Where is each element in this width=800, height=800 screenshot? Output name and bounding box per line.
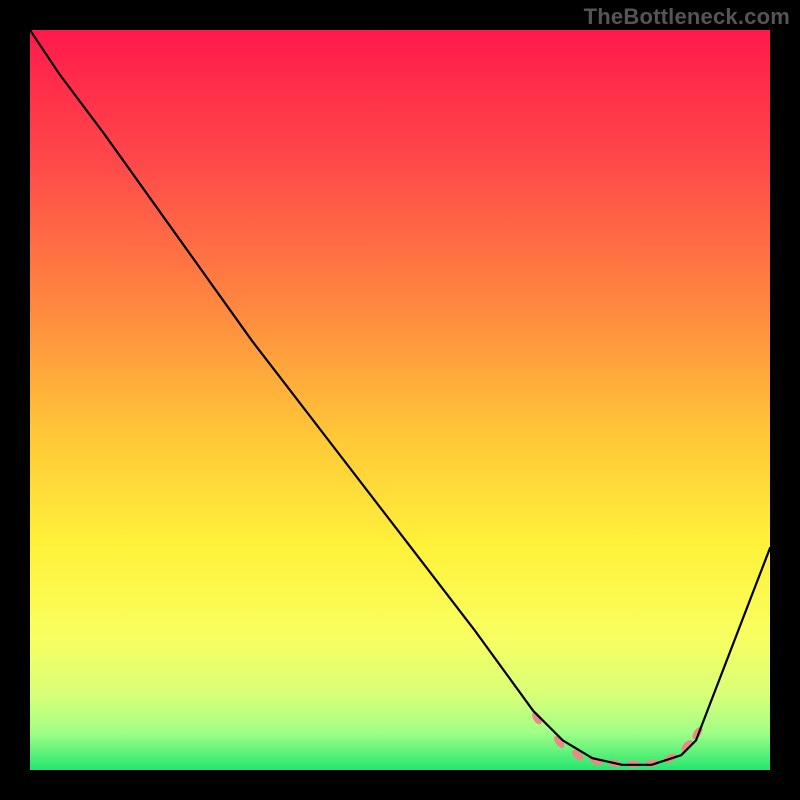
gradient-background (30, 30, 770, 770)
chart-frame: TheBottleneck.com (0, 0, 800, 800)
plot-area (30, 30, 770, 770)
attribution-watermark: TheBottleneck.com (584, 4, 790, 30)
chart-svg (30, 30, 770, 770)
